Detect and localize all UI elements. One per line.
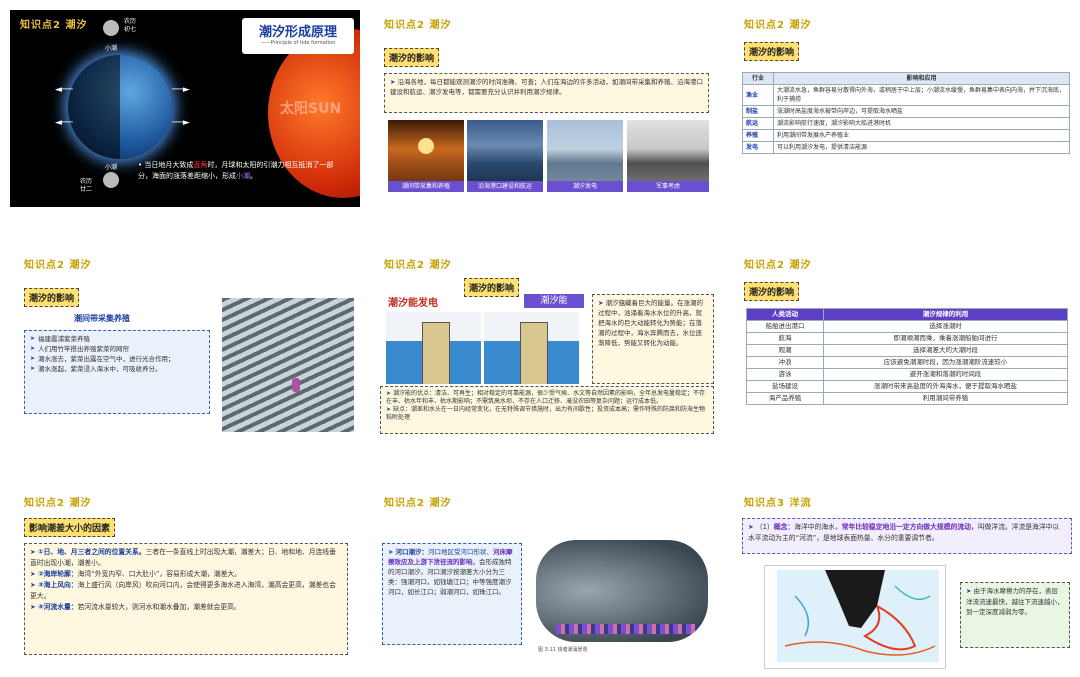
slide-subtitle: ——Principle of tide formation <box>260 40 336 46</box>
knowledge-point: 知识点2 潮汐 <box>384 498 452 509</box>
ocean-current-map <box>764 565 946 669</box>
table-row: 发电 可以利用潮汐发电，提供清洁能源 <box>742 141 1070 154</box>
energy-label: 潮汐能 <box>524 294 584 308</box>
photo-caption: 潮间带采集和养殖 <box>388 181 464 192</box>
small-tide-bottom: 小潮 <box>105 164 118 171</box>
slide-2-tide-impact[interactable]: 知识点2 潮汐 潮汐的影响 ➤ 沿海各地，每日都能观测潮汐的时间准确、可查；人们… <box>374 10 714 200</box>
arrow-left-bottom: ◄── <box>55 118 73 128</box>
knowledge-point: 知识点2 潮汐 <box>744 260 812 271</box>
factor-1: ➤ ①日、地、月三者之间的位置关系。三者在一条直线上时出现大潮，潮差大；日、地和… <box>30 548 336 567</box>
factor-2: ➤ ②海岸轮廓：海湾“外宽内窄、口大肚小”，容易形成大潮，潮差大。 <box>30 570 241 578</box>
small-tide-top: 小潮 <box>105 45 118 52</box>
photo-military: 军事考虑 <box>627 120 709 192</box>
section-tag: 潮汐的影响 <box>24 288 80 307</box>
arrow-left-top: ◄── <box>55 85 73 95</box>
factor-3: ➤ ③海上风向：海上盛行风（向岸风）吹向河口内，会使得更多海水进入海湾，潮高会更… <box>30 581 336 600</box>
intro-note: ➤ 沿海各地，每日都能观测潮汐的时间准确、可查；人们在海边的许多活动，如潮间带采… <box>384 73 709 113</box>
current-map-graphic <box>777 570 939 662</box>
slide-1-tide-principle[interactable]: 太阳SUN 知识点2 潮汐 潮汐形成原理 ——Principle of tide… <box>10 10 360 207</box>
highlight-purple: 小潮 <box>236 172 250 180</box>
table-header: 行业 影响和应用 <box>742 72 1070 85</box>
farmer <box>292 378 300 392</box>
section-tag: 影响潮差大小的因素 <box>24 518 116 537</box>
slide-8-estuary-tide[interactable]: 知识点2 潮汐 ➤ 河口潮汐：河口地区受河口形状、河床摩擦效应及上游下泄径流的影… <box>374 488 714 673</box>
heading: 潮间带采集养殖 <box>74 314 130 323</box>
arrow-right-bottom: ──► <box>172 118 190 128</box>
table-row: 盐场建设 涨潮时带来高盐度的外海海水，便于提取海水晒盐 <box>746 380 1068 393</box>
sun-label: 太阳SUN <box>280 101 342 117</box>
knowledge-point: 知识点2 潮汐 <box>24 498 92 509</box>
slide-6-human-activities[interactable]: 知识点2 潮汐 潮汐的影响 人类活动 潮汐规律的利用 船舶进出港口 选择涨潮时 航海… <box>734 250 1074 440</box>
factors-note: ➤ ①日、地、月三者之间的位置关系。三者在一条直线上时出现大潮，潮差大；日、地和… <box>24 543 348 655</box>
sun-glow <box>418 138 434 154</box>
photo-port-shipping: 沿海港口建设和航运 <box>467 120 543 192</box>
table-row: 海产品养殖 利用潮间带养殖 <box>746 392 1068 405</box>
slide-4-intertidal-farming[interactable]: 知识点2 潮汐 潮汐的影响 潮间带采集养殖 福建霞浦紫菜养殖 人们用竹竿搭出养殖… <box>14 250 354 440</box>
slide-7-tidal-range-factors[interactable]: 知识点2 潮汐 影响潮差大小的因素 ➤ ①日、地、月三者之间的位置关系。三者在一… <box>14 488 354 673</box>
knowledge-point: 知识点2 潮汐 <box>384 260 452 271</box>
knowledge-point: 知识点2 潮汐 <box>24 260 92 271</box>
table-row: 航运 潮流影响航行速度，潮汐影响大船进港时机 <box>742 117 1070 130</box>
estuary-note: ➤ 河口潮汐：河口地区受河口形状、河床摩擦效应及上游下泄径流的影响，会形成独特的… <box>382 543 522 645</box>
title-box: 潮汐形成原理 ——Principle of tide formation <box>242 18 354 54</box>
table-row: 船舶进出港口 选择涨潮时 <box>746 320 1068 333</box>
factor-4: ➤ ④河流水量：若河流水量较大，则河水和潮水叠加，潮差就会更高。 <box>30 603 241 611</box>
diagram-high-tide <box>386 312 481 384</box>
knowledge-point: 知识点2 潮汐 <box>744 20 812 31</box>
table-row: 冲浪 应该避免潮潮时段，因为涨潮潮阶流速较小 <box>746 356 1068 369</box>
spectators <box>556 624 698 634</box>
energy-note: ➤ 潮汐蕴藏着巨大的能量。在涨潮的过程中，汹涌着海水水位的升高，就把海水的巨大动… <box>592 294 714 384</box>
dam <box>520 322 548 384</box>
knowledge-point: 知识点2 潮汐 <box>384 20 452 31</box>
section-tag: 潮汐的影响 <box>744 282 800 301</box>
slide-9-ocean-currents[interactable]: 知识点3 洋流 ➤ （1）概念：海洋中的海水，常年比较稳定地沿一定方向做大规模的… <box>734 488 1074 673</box>
photo-intertidal-farming: 潮间带采集和养殖 <box>388 120 464 192</box>
power-title: 潮汐能发电 <box>388 298 438 309</box>
section-tag: 潮汐的影响 <box>464 278 520 297</box>
slide-title: 潮汐形成原理 <box>258 25 337 40</box>
table-header: 人类活动 潮汐规律的利用 <box>746 308 1068 321</box>
section-tag: 潮汐的影响 <box>384 48 440 67</box>
industry-table: 行业 影响和应用 渔业 大潮流水急，鱼群容易分散得向外海，或稍居于中上层；小潮流水缓… <box>742 72 1070 154</box>
slide-3-tide-industry[interactable]: 知识点2 潮汐 潮汐的影响 行业 影响和应用 渔业 大潮流水急，鱼群容易分散得向外海… <box>734 10 1074 200</box>
friction-note: ➤ 由于海水摩擦力的存在，表层洋流流速最快，越往下流速越小，到一定深度减弱为零。 <box>960 582 1070 648</box>
table-row: 制盐 涨潮时高盐度海水被带向岸边，可提取海水晒盐 <box>742 105 1070 118</box>
diagram-low-tide <box>484 312 579 384</box>
table-row: 渔业 大潮流水急，鱼群容易分散得向外海，或稍居于中上层；小潮流水缓慢，鱼群易集中表… <box>742 84 1070 106</box>
photo-caption: 军事考虑 <box>627 181 709 192</box>
table-row: 航海 即潮顺潮而乘，乘着涨潮船舶间进行 <box>746 332 1068 345</box>
photo-seaweed-farm <box>222 298 354 432</box>
table-row: 养殖 利用潮间带发展水产养殖业 <box>742 129 1070 142</box>
farming-note: 福建霞浦紫菜养殖 人们用竹竿搭出养殖紫菜的网帘 潮水涨去，紫菜出露在空气中，进行… <box>24 330 210 414</box>
photo-caption: 图 3-11 钱塘潮涌景观 <box>538 647 588 653</box>
highlight-red: 直角 <box>193 161 208 169</box>
arrow-right-top: ──► <box>172 85 190 95</box>
section-tag: 潮汐的影响 <box>744 42 800 61</box>
moon-top <box>103 20 119 36</box>
knowledge-point: 知识点3 洋流 <box>744 498 812 509</box>
photo-caption: 沿海港口建设和航运 <box>467 181 543 192</box>
earth-night-side <box>68 55 120 159</box>
table-row: 游泳 避开涨潮和落潮的时间段 <box>746 368 1068 381</box>
knowledge-point: 知识点2 潮汐 <box>20 20 88 31</box>
photo-tidal-power: 潮汐发电 <box>547 120 623 192</box>
activities-table: 人类活动 潮汐规律的利用 船舶进出港口 选择涨潮时 航海 即潮顺潮而乘，乘着涨潮船舶间… <box>746 308 1068 405</box>
explanation: • 当日地月大致成直角时，月球和太阳的引潮力相互抵消了一部分，海面的涨落差距缩小… <box>138 161 334 180</box>
moon-top-label: 农历 初七 <box>124 18 137 33</box>
photo-caption: 潮汐发电 <box>547 181 623 192</box>
table-row: 观潮 选择潮差大的大潮时段 <box>746 344 1068 357</box>
photo-qiantang-bore <box>536 540 708 642</box>
pros-cons-note: ➤ 潮汐能的优点：清洁、可再生；相对稳定的可靠能源，很少受气候、水文等自然因素的… <box>380 386 714 434</box>
moon-bottom-label: 农历 廿二 <box>80 178 93 193</box>
dam <box>422 322 450 384</box>
moon-bottom <box>103 172 119 188</box>
slide-5-tidal-power[interactable]: 知识点2 潮汐 潮汐的影响 潮汐能发电 潮汐能 ➤ 潮汐蕴藏着巨大的能量。在涨潮… <box>374 250 714 440</box>
concept-note: ➤ （1）概念：海洋中的海水，常年比较稳定地沿一定方向做大规模的流动，叫做洋流。… <box>742 518 1072 554</box>
